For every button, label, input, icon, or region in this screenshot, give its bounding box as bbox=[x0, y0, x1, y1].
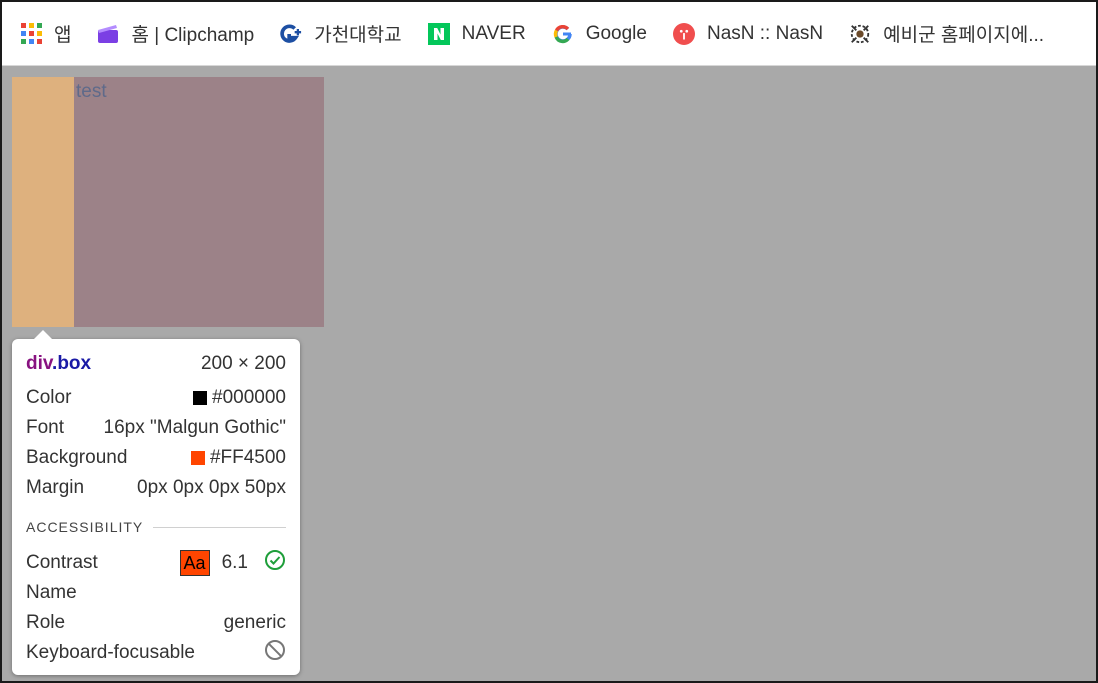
bookmark-label: 가천대학교 bbox=[314, 25, 402, 46]
bookmark-google[interactable]: Google bbox=[552, 23, 647, 45]
keyboard-focusable-label: Keyboard-focusable bbox=[26, 642, 195, 663]
bookmarks-bar: 앱 홈 | Clipchamp 가천대학교 NAVER Google NasN … bbox=[2, 2, 1096, 66]
bookmark-label: 예비군 홈페이지에... bbox=[883, 25, 1045, 46]
gachon-icon bbox=[280, 23, 302, 45]
keyboard-focusable-row: Keyboard-focusable bbox=[26, 640, 286, 666]
role-row: Role generic bbox=[26, 610, 286, 636]
not-allowed-icon bbox=[264, 639, 286, 667]
element-inspector-tooltip: div.box 200 × 200 Color #000000 Font 16p… bbox=[12, 330, 300, 675]
accessibility-section-header: ACCESSIBILITY bbox=[26, 519, 286, 535]
box-text: test bbox=[76, 81, 107, 102]
contrast-label: Contrast bbox=[26, 552, 98, 573]
background-swatch bbox=[190, 450, 205, 465]
name-row: Name bbox=[26, 580, 286, 606]
background-value: #FF4500 bbox=[209, 447, 286, 468]
highlighted-div-box: test bbox=[74, 77, 324, 327]
name-label: Name bbox=[26, 582, 77, 603]
bookmark-nasn[interactable]: NasN :: NasN bbox=[672, 22, 824, 45]
bookmark-naver[interactable]: NAVER bbox=[427, 22, 526, 45]
reserve-forces-icon bbox=[849, 23, 871, 45]
margin-label: Margin bbox=[26, 477, 85, 498]
naver-icon bbox=[427, 22, 450, 45]
inspector-header: div.box 200 × 200 bbox=[26, 351, 286, 377]
role-label: Role bbox=[26, 612, 66, 633]
element-dimensions: 200 × 200 bbox=[200, 353, 286, 374]
bookmark-label: NAVER bbox=[461, 22, 526, 44]
bookmark-label: 홈 | Clipchamp bbox=[131, 25, 255, 46]
color-value: #000000 bbox=[212, 387, 286, 408]
contrast-value: 6.1 bbox=[221, 552, 248, 573]
font-value: 16px "Malgun Gothic" bbox=[103, 417, 286, 438]
section-divider bbox=[153, 526, 286, 528]
tooltip-arrow bbox=[34, 330, 52, 339]
google-icon bbox=[552, 23, 574, 45]
browser-viewport: 앱 홈 | Clipchamp 가천대학교 NAVER Google NasN … bbox=[0, 0, 1098, 683]
highlighted-margin-area bbox=[12, 77, 74, 327]
background-label: Background bbox=[26, 447, 128, 468]
bookmark-label: 앱 bbox=[54, 25, 72, 46]
color-row: Color #000000 bbox=[26, 385, 286, 411]
color-label: Color bbox=[26, 387, 72, 408]
apps-grid-icon bbox=[20, 23, 42, 45]
clipchamp-icon bbox=[97, 23, 119, 45]
bookmark-reserve-forces[interactable]: 예비군 홈페이지에... bbox=[849, 20, 1044, 47]
bookmark-label: NasN :: NasN bbox=[706, 22, 824, 44]
font-label: Font bbox=[26, 417, 65, 438]
bookmark-clipchamp[interactable]: 홈 | Clipchamp bbox=[97, 20, 254, 47]
check-circle-icon bbox=[264, 549, 286, 577]
contrast-sample: Aa bbox=[179, 550, 210, 576]
nasn-icon bbox=[672, 22, 695, 45]
bookmark-apps[interactable]: 앱 bbox=[20, 20, 71, 47]
element-selector: div.box bbox=[26, 353, 92, 374]
contrast-row: Contrast Aa 6.1 bbox=[26, 550, 286, 576]
bookmark-gachon[interactable]: 가천대학교 bbox=[280, 20, 402, 47]
accessibility-heading: ACCESSIBILITY bbox=[26, 519, 144, 535]
background-row: Background #FF4500 bbox=[26, 445, 286, 471]
margin-row: Margin 0px 0px 0px 50px bbox=[26, 475, 286, 501]
margin-value: 0px 0px 0px 50px bbox=[137, 477, 286, 498]
font-row: Font 16px "Malgun Gothic" bbox=[26, 415, 286, 441]
bookmark-label: Google bbox=[585, 22, 647, 44]
role-value: generic bbox=[223, 612, 286, 633]
color-swatch bbox=[193, 390, 208, 405]
